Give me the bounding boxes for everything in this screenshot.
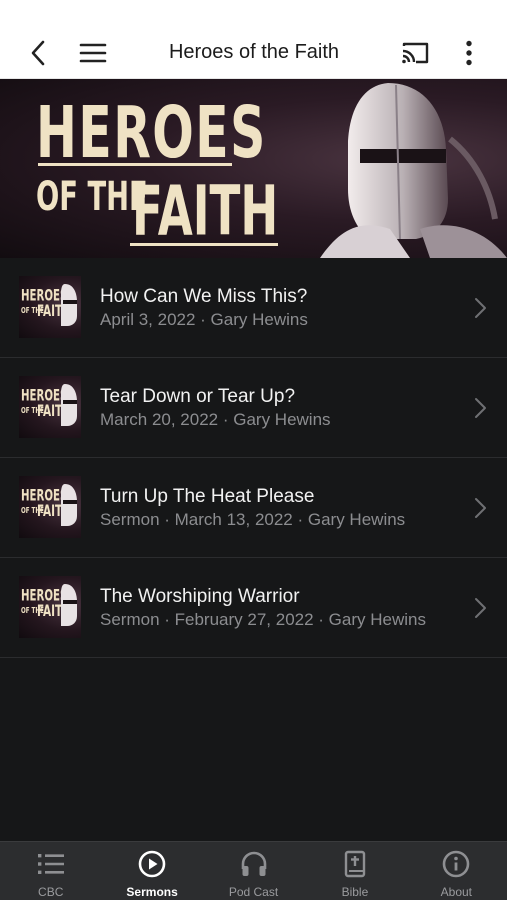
banner-title-line1: HEROES <box>36 91 267 175</box>
more-vertical-icon <box>466 40 472 65</box>
banner-rule-bottom <box>130 243 278 246</box>
menu-button[interactable] <box>76 26 110 79</box>
sermon-thumbnail: HEROES OF THE FAITH <box>19 576 81 638</box>
chevron-right-icon <box>475 498 486 518</box>
more-options-button[interactable] <box>456 26 482 79</box>
tab-label: Bible <box>341 885 369 899</box>
sermon-meta: Sermon · February 27, 2022 · Gary Hewins <box>100 610 426 629</box>
sermon-title: Tear Down or Tear Up? <box>100 386 296 407</box>
hamburger-menu-icon <box>79 43 107 62</box>
sermon-list-item[interactable]: HEROES OF THE FAITH How Can We Miss This… <box>0 258 507 358</box>
tab-bible[interactable]: Bible <box>304 842 405 900</box>
knight-helmet-icon <box>61 284 77 326</box>
list-icon <box>36 850 66 878</box>
sermon-list-item[interactable]: HEROES OF THE FAITH Turn Up The Heat Ple… <box>0 458 507 558</box>
series-banner: HEROES OF THE FAITH <box>0 79 507 258</box>
sermon-meta: April 3, 2022 · Gary Hewins <box>100 310 308 329</box>
tab-label: Sermons <box>126 885 178 899</box>
sermon-title: Turn Up The Heat Please <box>100 486 315 507</box>
back-arrow-icon <box>31 40 45 65</box>
tab-label: CBC <box>38 885 64 899</box>
tab-sermons[interactable]: Sermons <box>101 842 202 900</box>
sermon-title: The Worshiping Warrior <box>100 586 300 607</box>
knight-helmet-icon <box>61 484 77 526</box>
sermon-thumbnail: HEROES OF THE FAITH <box>19 476 81 538</box>
status-bar <box>0 0 507 26</box>
knight-helmet-icon <box>61 384 77 426</box>
tab-label: About <box>440 885 472 899</box>
sermon-meta: March 20, 2022 · Gary Hewins <box>100 410 331 429</box>
play-circle-icon <box>137 850 167 878</box>
tab-about[interactable]: About <box>406 842 507 900</box>
tab-label: Pod Cast <box>228 885 279 899</box>
headphones-icon <box>239 850 269 878</box>
sermon-thumbnail: HEROES OF THE FAITH <box>19 276 81 338</box>
page-title: Heroes of the Faith <box>168 41 340 63</box>
chevron-right-icon <box>475 598 486 618</box>
tab-cbc[interactable]: CBC <box>0 842 101 900</box>
banner-rule-top <box>38 163 232 166</box>
cast-icon <box>402 42 429 63</box>
sermon-list-item[interactable]: HEROES OF THE FAITH The Worshiping Warri… <box>0 558 507 658</box>
banner-title-line2: OF THE <box>36 173 148 220</box>
top-app-bar: Heroes of the Faith <box>0 26 507 79</box>
bible-icon <box>340 850 370 878</box>
knight-helmet-illustration <box>320 83 507 258</box>
sermon-list-item[interactable]: HEROES OF THE FAITH Tear Down or Tear Up… <box>0 358 507 458</box>
back-button[interactable] <box>22 26 54 79</box>
knight-helmet-icon <box>61 584 77 626</box>
cast-button[interactable] <box>396 26 434 79</box>
sermon-title: How Can We Miss This? <box>100 286 308 307</box>
info-icon <box>441 850 471 878</box>
sermon-meta: Sermon · March 13, 2022 · Gary Hewins <box>100 510 406 529</box>
bottom-tab-bar: CBC Sermons Pod Cast Bible About <box>0 841 507 900</box>
sermon-list: HEROES OF THE FAITH How Can We Miss This… <box>0 258 507 658</box>
chevron-right-icon <box>475 398 486 418</box>
sermon-thumbnail: HEROES OF THE FAITH <box>19 376 81 438</box>
tab-pod-cast[interactable]: Pod Cast <box>203 842 304 900</box>
banner-title-line3: FAITH <box>132 171 279 252</box>
chevron-right-icon <box>475 298 486 318</box>
